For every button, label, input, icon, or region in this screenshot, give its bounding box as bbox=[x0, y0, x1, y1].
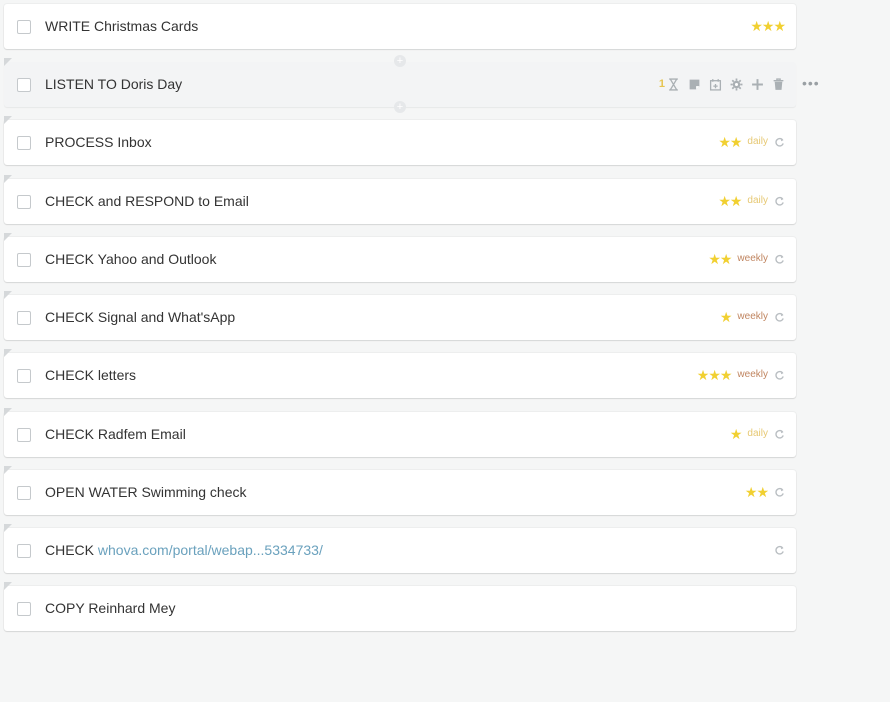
task-row[interactable]: OPEN WATER Swimming check ★★ bbox=[4, 466, 796, 515]
task-checkbox[interactable] bbox=[17, 195, 31, 209]
calendar-add-icon[interactable] bbox=[709, 78, 722, 91]
priority-stars[interactable]: ★ bbox=[720, 309, 733, 325]
task-meta bbox=[774, 542, 785, 558]
task-title-text: WRITE Christmas Cards bbox=[45, 18, 199, 34]
task-meta: ★★★ bbox=[750, 18, 786, 34]
repeat-icon[interactable] bbox=[774, 429, 785, 440]
note-icon[interactable] bbox=[688, 78, 701, 91]
task-checkbox[interactable] bbox=[17, 602, 31, 616]
priority-stars[interactable]: ★★★ bbox=[697, 367, 733, 383]
task-link[interactable]: whova.com/portal/webap...5334733/ bbox=[98, 542, 323, 558]
pomodoro-count: 1 bbox=[658, 78, 665, 90]
task-title[interactable]: CHECK Radfem Email bbox=[45, 426, 186, 442]
priority-stars[interactable]: ★ bbox=[730, 426, 743, 442]
task-checkbox[interactable] bbox=[17, 486, 31, 500]
task-title[interactable]: COPY Reinhard Mey bbox=[45, 600, 175, 616]
task-row[interactable]: CHECK and RESPOND to Email ★★ daily bbox=[4, 175, 796, 224]
task-row[interactable]: COPY Reinhard Mey bbox=[4, 582, 796, 631]
task-row[interactable]: CHECK Radfem Email ★ daily bbox=[4, 408, 796, 457]
more-options-icon[interactable]: ••• bbox=[802, 76, 820, 90]
repeat-label: weekly bbox=[737, 253, 768, 264]
insert-task-handle[interactable]: + bbox=[394, 55, 406, 67]
task-title[interactable]: CHECK Signal and What'sApp bbox=[45, 309, 235, 325]
repeat-icon[interactable] bbox=[774, 545, 785, 556]
task-checkbox[interactable] bbox=[17, 20, 31, 34]
task-title-text: CHECK letters bbox=[45, 367, 137, 383]
plus-icon[interactable] bbox=[751, 78, 764, 91]
repeat-icon[interactable] bbox=[774, 137, 785, 148]
repeat-label: daily bbox=[747, 428, 768, 439]
task-row[interactable]: WRITE Christmas Cards ★★★ bbox=[4, 4, 796, 49]
repeat-label: daily bbox=[747, 195, 768, 206]
task-row[interactable]: CHECK letters ★★★ weekly bbox=[4, 349, 796, 398]
trash-icon[interactable] bbox=[772, 77, 785, 91]
priority-stars[interactable]: ★★★ bbox=[750, 18, 786, 34]
task-meta: ★★★ weekly bbox=[697, 367, 785, 383]
task-checkbox[interactable] bbox=[17, 428, 31, 442]
task-drag-corner[interactable] bbox=[4, 233, 12, 241]
task-title-text: CHECK and RESPOND to Email bbox=[45, 193, 249, 209]
task-title-text: COPY Reinhard Mey bbox=[45, 600, 176, 616]
priority-stars[interactable]: ★★ bbox=[708, 251, 732, 267]
task-meta: ★★ daily bbox=[718, 193, 785, 209]
task-title-text: OPEN WATER Swimming check bbox=[45, 484, 247, 500]
task-title[interactable]: WRITE Christmas Cards bbox=[45, 18, 198, 34]
task-title-text: CHECK Signal and What'sApp bbox=[45, 309, 236, 325]
task-row[interactable]: CHECK whova.com/portal/webap...5334733/ bbox=[4, 524, 796, 573]
priority-stars[interactable]: ★★ bbox=[745, 484, 769, 500]
task-checkbox[interactable] bbox=[17, 311, 31, 325]
task-meta: ★ daily bbox=[730, 426, 785, 442]
task-drag-corner[interactable] bbox=[4, 408, 12, 416]
task-drag-corner[interactable] bbox=[4, 58, 12, 66]
task-meta: ★★ weekly bbox=[708, 251, 785, 267]
task-title-text: PROCESS Inbox bbox=[45, 134, 152, 150]
repeat-icon[interactable] bbox=[774, 370, 785, 381]
task-row[interactable]: CHECK Signal and What'sApp ★ weekly bbox=[4, 291, 796, 340]
task-meta: ★ weekly bbox=[720, 309, 785, 325]
task-meta: ★★ daily bbox=[718, 134, 785, 150]
repeat-icon[interactable] bbox=[774, 196, 785, 207]
task-row[interactable]: CHECK Yahoo and Outlook ★★ weekly bbox=[4, 233, 796, 282]
task-meta: ★★ bbox=[745, 484, 785, 500]
repeat-icon[interactable] bbox=[774, 312, 785, 323]
task-checkbox[interactable] bbox=[17, 369, 31, 383]
task-checkbox[interactable] bbox=[17, 78, 31, 92]
priority-stars[interactable]: ★★ bbox=[718, 134, 742, 150]
repeat-icon[interactable] bbox=[774, 487, 785, 498]
task-drag-corner[interactable] bbox=[4, 524, 12, 532]
task-checkbox[interactable] bbox=[17, 544, 31, 558]
task-checkbox[interactable] bbox=[17, 253, 31, 267]
task-title-text: LISTEN TO Doris Day bbox=[45, 76, 183, 92]
task-drag-corner[interactable] bbox=[4, 291, 12, 299]
task-title[interactable]: PROCESS Inbox bbox=[45, 134, 152, 150]
task-title[interactable]: LISTEN TO Doris Day bbox=[45, 76, 182, 92]
task-title[interactable]: OPEN WATER Swimming check bbox=[45, 484, 246, 500]
task-title[interactable]: CHECK whova.com/portal/webap...5334733/ bbox=[45, 542, 323, 558]
repeat-label: daily bbox=[747, 136, 768, 147]
task-title[interactable]: CHECK letters bbox=[45, 367, 136, 383]
task-title-text: CHECK bbox=[45, 542, 95, 558]
repeat-label: weekly bbox=[737, 311, 768, 322]
task-title-text: CHECK Radfem Email bbox=[45, 426, 186, 442]
repeat-label: weekly bbox=[737, 369, 768, 380]
task-checkbox[interactable] bbox=[17, 136, 31, 150]
task-title-text: CHECK Yahoo and Outlook bbox=[45, 251, 217, 267]
priority-stars[interactable]: ★★ bbox=[718, 193, 742, 209]
task-drag-corner[interactable] bbox=[4, 175, 12, 183]
task-drag-corner[interactable] bbox=[4, 466, 12, 474]
repeat-icon[interactable] bbox=[774, 254, 785, 265]
task-drag-corner[interactable] bbox=[4, 116, 12, 124]
task-title[interactable]: CHECK and RESPOND to Email bbox=[45, 193, 249, 209]
gear-icon[interactable] bbox=[730, 78, 743, 91]
task-hover-actions: 1 bbox=[659, 76, 785, 92]
task-drag-corner[interactable] bbox=[4, 582, 12, 590]
insert-task-handle[interactable]: + bbox=[394, 101, 406, 113]
task-row[interactable]: PROCESS Inbox ★★ daily bbox=[4, 116, 796, 165]
task-drag-corner[interactable] bbox=[4, 349, 12, 357]
hourglass-icon[interactable] bbox=[667, 77, 680, 91]
task-title[interactable]: CHECK Yahoo and Outlook bbox=[45, 251, 216, 267]
